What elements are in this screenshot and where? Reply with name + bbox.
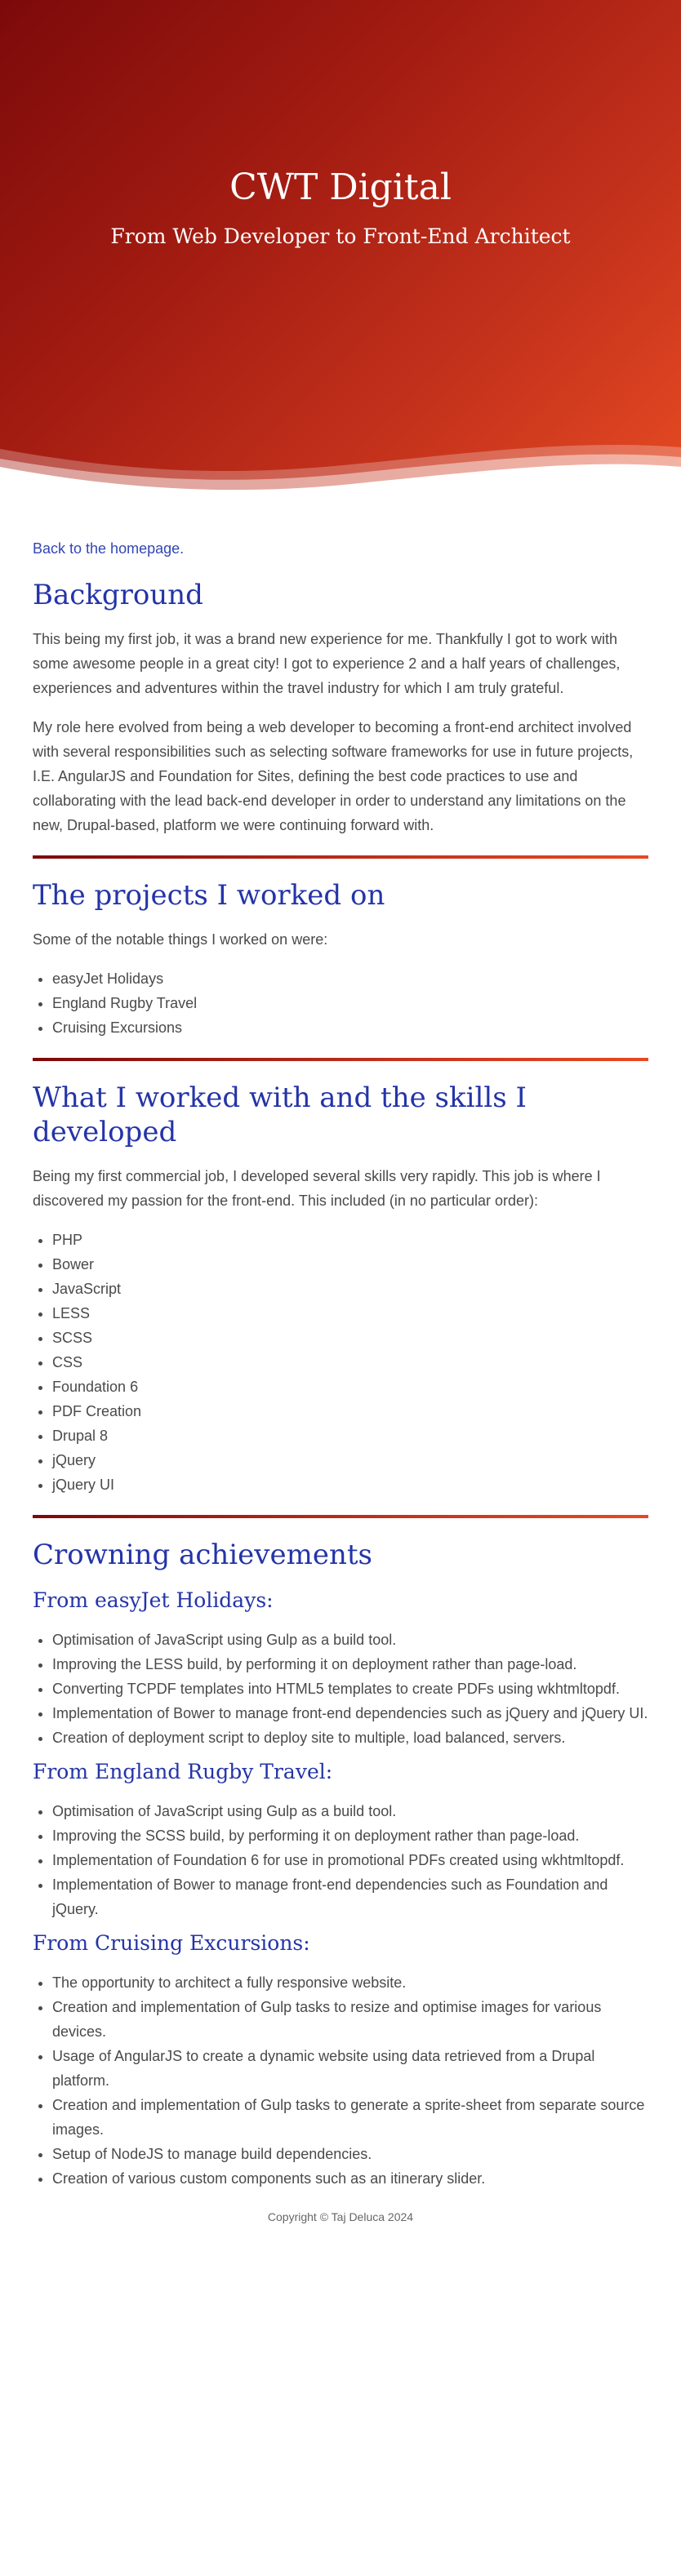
- hero-text: CWT Digital From Web Developer to Front-…: [0, 162, 681, 251]
- back-to-homepage-link[interactable]: Back to the homepage.: [33, 537, 648, 560]
- list-item: Foundation 6: [52, 1375, 648, 1399]
- skills-intro: Being my first commercial job, I develop…: [33, 1168, 601, 1209]
- achievement-group-heading: From England Rugby Travel:: [33, 1760, 333, 1783]
- list-item: England Rugby Travel: [52, 991, 648, 1015]
- wave-divider: [0, 445, 681, 506]
- list-item: Implementation of Bower to manage front-…: [52, 1872, 648, 1921]
- list-item: Cruising Excursions: [52, 1015, 648, 1040]
- projects-heading: The projects I worked on: [33, 879, 385, 912]
- list-item: Optimisation of JavaScript using Gulp as…: [52, 1799, 648, 1823]
- list-item: Creation and implementation of Gulp task…: [52, 2093, 648, 2142]
- list-item: SCSS: [52, 1326, 648, 1350]
- list-item: Implementation of Bower to manage front-…: [52, 1701, 648, 1725]
- list-item: jQuery: [52, 1448, 648, 1472]
- list-item: easyJet Holidays: [52, 966, 648, 991]
- list-item: Bower: [52, 1252, 648, 1277]
- skills-section: What I worked with and the skills I deve…: [33, 1081, 648, 1497]
- list-item: LESS: [52, 1301, 648, 1326]
- achievement-list: The opportunity to architect a fully res…: [33, 1970, 648, 2191]
- list-item: Setup of NodeJS to manage build dependen…: [52, 2142, 648, 2166]
- list-item: Converting TCPDF templates into HTML5 te…: [52, 1677, 648, 1701]
- achievements-heading: Crowning achievements: [33, 1539, 372, 1571]
- achievement-group-heading: From easyJet Holidays:: [33, 1588, 274, 1612]
- list-item: Implementation of Foundation 6 for use i…: [52, 1848, 648, 1872]
- page-subtitle: From Web Developer to Front-End Architec…: [110, 224, 571, 248]
- list-item: PHP: [52, 1228, 648, 1252]
- achievement-list: Optimisation of JavaScript using Gulp as…: [33, 1628, 648, 1750]
- section-divider: [33, 1058, 648, 1061]
- list-item: jQuery UI: [52, 1472, 648, 1497]
- skills-list: PHP Bower JavaScript LESS SCSS CSS Found…: [33, 1228, 648, 1497]
- projects-list: easyJet Holidays England Rugby Travel Cr…: [33, 966, 648, 1040]
- list-item: JavaScript: [52, 1277, 648, 1301]
- list-item: Drupal 8: [52, 1423, 648, 1448]
- background-paragraph: This being my first job, it was a brand …: [33, 631, 621, 696]
- hero-banner: CWT Digital From Web Developer to Front-…: [0, 0, 681, 506]
- section-divider: [33, 1515, 648, 1518]
- list-item: Creation of deployment script to deploy …: [52, 1725, 648, 1750]
- list-item: Improving the SCSS build, by performing …: [52, 1823, 648, 1848]
- list-item: Optimisation of JavaScript using Gulp as…: [52, 1628, 648, 1652]
- background-paragraph: My role here evolved from being a web de…: [33, 719, 634, 833]
- projects-section: The projects I worked on Some of the not…: [33, 878, 648, 1040]
- achievements-section: Crowning achievements From easyJet Holid…: [33, 1538, 648, 2191]
- list-item: Improving the LESS build, by performing …: [52, 1652, 648, 1677]
- list-item: Creation and implementation of Gulp task…: [52, 1995, 648, 2044]
- copyright-footer: Copyright © Taj Deluca 2024: [267, 2210, 414, 2223]
- list-item: Usage of AngularJS to create a dynamic w…: [52, 2044, 648, 2093]
- list-item: CSS: [52, 1350, 648, 1375]
- background-heading: Background: [33, 579, 203, 611]
- page-title: CWT Digital: [229, 167, 452, 208]
- list-item: The opportunity to architect a fully res…: [52, 1970, 648, 1995]
- projects-intro: Some of the notable things I worked on w…: [33, 931, 328, 948]
- achievement-group-heading: From Cruising Excursions:: [33, 1931, 310, 1955]
- section-divider: [33, 855, 648, 859]
- achievement-list: Optimisation of JavaScript using Gulp as…: [33, 1799, 648, 1921]
- main-content: Back to the homepage. Background This be…: [0, 506, 681, 2225]
- list-item: Creation of various custom components su…: [52, 2166, 648, 2191]
- list-item: PDF Creation: [52, 1399, 648, 1423]
- skills-heading: What I worked with and the skills I deve…: [33, 1081, 527, 1148]
- background-section: Background This being my first job, it w…: [33, 578, 648, 837]
